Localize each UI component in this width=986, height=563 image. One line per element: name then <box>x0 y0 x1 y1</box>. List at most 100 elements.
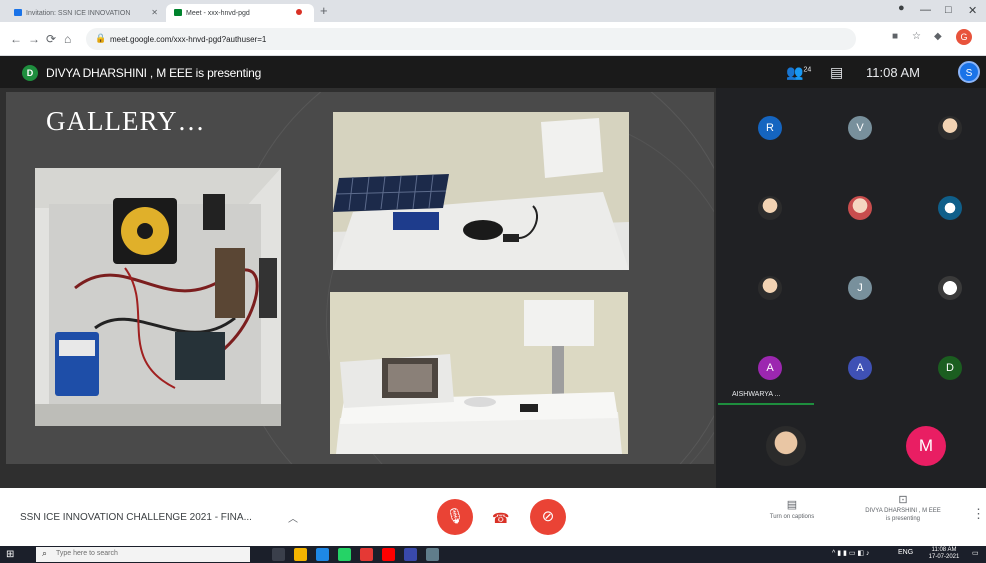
presenting-label-line2: is presenting <box>885 516 921 522</box>
close-tab-icon[interactable]: ✕ <box>151 8 158 17</box>
chevron-up-icon[interactable]: ︿ <box>288 510 298 525</box>
notifications-icon[interactable]: ▭ <box>972 549 979 557</box>
browser-tab-strip: Invitation: SSN ICE INNOVATION ✕ Meet - … <box>0 0 986 22</box>
tab-label: Meet - xxx-hnvd-pgd <box>186 10 250 17</box>
search-placeholder: Type here to search <box>56 550 118 557</box>
participant-photo-avatar <box>938 116 962 140</box>
microphone-toggle-button[interactable]: 🎙︎ <box>437 499 473 535</box>
chat-icon[interactable]: ▤ <box>830 64 843 81</box>
presenting-info-button[interactable]: ⊡ DIVYA DHARSHINI , M EEE is presenting <box>848 494 958 523</box>
participant-tile[interactable]: D <box>904 334 986 414</box>
participant-avatar: A <box>758 356 782 380</box>
presentation-area: GALLERY… <box>0 88 716 488</box>
participant-photo-avatar-large[interactable] <box>766 426 806 466</box>
participant-tile[interactable] <box>904 94 986 174</box>
taskbar-date: 17-07-2021 <box>928 554 960 560</box>
edge-taskbar-icon[interactable] <box>316 548 329 561</box>
participant-logo-avatar <box>938 196 962 220</box>
participant-tile[interactable] <box>724 174 814 254</box>
taskbar-clock[interactable]: 11:08 AM 17-07-2021 <box>924 547 964 561</box>
participant-avatar: A <box>848 356 872 380</box>
maximize-button[interactable]: □ <box>945 4 952 16</box>
extension-icon[interactable]: ◆ <box>934 31 942 42</box>
tab-meet[interactable]: Meet - xxx-hnvd-pgd <box>166 4 314 22</box>
file-explorer-taskbar-icon[interactable] <box>404 548 417 561</box>
prototype-model-photo <box>330 292 628 454</box>
camera-permission-icon[interactable]: ■ <box>892 31 898 42</box>
address-bar[interactable]: 🔒 meet.google.com/xxx-hnvd-pgd?authuser=… <box>86 28 856 50</box>
tab-label: Invitation: SSN ICE INNOVATION <box>26 10 131 17</box>
browser-toolbar: ← → ⟳ ⌂ 🔒 meet.google.com/xxx-hnvd-pgd?a… <box>0 22 986 56</box>
self-avatar[interactable]: S <box>958 61 980 83</box>
profile-avatar[interactable]: G <box>956 29 972 45</box>
lock-icon: 🔒 <box>95 33 107 43</box>
people-icon[interactable]: 👥24 <box>786 64 811 81</box>
chrome-taskbar-icon[interactable] <box>294 548 307 561</box>
screen: Invitation: SSN ICE INNOVATION ✕ Meet - … <box>0 0 986 563</box>
meet-header: D DIVYA DHARSHINI , M EEE is presenting … <box>0 56 986 88</box>
captions-icon: ▤ <box>786 499 798 511</box>
taskbar-search-input[interactable]: ⌕ Type here to search <box>36 547 250 562</box>
participant-avatar: V <box>848 116 872 140</box>
meeting-clock: 11:08 AM <box>866 65 920 80</box>
reload-button[interactable]: ⟳ <box>46 32 56 46</box>
captions-label: Turn on captions <box>769 514 815 520</box>
participant-photo-avatar <box>758 276 782 300</box>
participant-avatar: D <box>938 356 962 380</box>
participants-grid: R V J A A D M <box>716 88 986 488</box>
participant-tile[interactable] <box>904 254 986 334</box>
calendar-favicon-icon <box>14 9 22 16</box>
back-button[interactable]: ← <box>10 32 22 46</box>
participant-tile[interactable] <box>904 174 986 254</box>
participant-avatar-large[interactable]: M <box>906 426 946 466</box>
participant-tile[interactable]: J <box>814 254 904 334</box>
windows-start-icon[interactable]: ⊞ <box>6 549 14 560</box>
participant-tile-speaking[interactable]: A <box>724 334 814 414</box>
speaking-participant-name: AISHWARYA ... <box>732 391 781 398</box>
presenting-label-line1: DIVYA DHARSHINI , M EEE <box>865 508 941 514</box>
leave-call-button[interactable]: ☎ <box>492 510 509 527</box>
search-icon: ⌕ <box>42 548 48 558</box>
captions-button[interactable]: ▤ Turn on captions <box>760 498 824 520</box>
meet-control-bar: SSN ICE INNOVATION CHALLENGE 2021 - FINA… <box>0 488 986 546</box>
participant-tile[interactable]: R <box>724 94 814 174</box>
taskbar-time: 11:08 AM <box>931 547 957 553</box>
forward-button[interactable]: → <box>28 32 40 46</box>
close-window-button[interactable]: ✕ <box>968 4 977 17</box>
camera-toggle-button[interactable]: ⊘ <box>530 499 566 535</box>
language-indicator[interactable]: ENG <box>898 549 913 556</box>
recording-indicator-icon <box>296 9 302 15</box>
meet-favicon-icon <box>174 9 182 16</box>
camera-off-icon: ⊘ <box>541 508 555 525</box>
task-view-icon[interactable] <box>272 548 285 561</box>
speaking-indicator-bar <box>718 403 814 405</box>
mail-taskbar-icon[interactable] <box>360 548 373 561</box>
participant-tile[interactable] <box>724 254 814 334</box>
tray-icons[interactable]: ^ ▮ ▮ ▭ ◧ ♪ <box>832 549 869 557</box>
presenter-status-text: DIVYA DHARSHINI , M EEE is presenting <box>46 66 262 80</box>
presenter-avatar: D <box>22 65 38 81</box>
profile-dot-icon[interactable]: ● <box>898 2 905 14</box>
new-tab-button[interactable]: + <box>320 3 328 18</box>
mic-off-icon: 🎙︎ <box>445 508 465 525</box>
solar-panel-photo <box>333 112 629 270</box>
participant-photo-avatar <box>848 196 872 220</box>
minimize-button[interactable]: — <box>920 4 931 16</box>
tab-invitation[interactable]: Invitation: SSN ICE INNOVATION ✕ <box>6 4 164 22</box>
presentation-slide: GALLERY… <box>6 92 714 464</box>
participant-photo-avatar <box>758 196 782 220</box>
present-screen-icon: ⊡ <box>898 494 908 506</box>
whatsapp-taskbar-icon[interactable] <box>338 548 351 561</box>
participant-tile[interactable] <box>814 174 904 254</box>
participant-tile[interactable]: A <box>814 334 904 414</box>
more-options-icon[interactable]: ⋮ <box>972 506 985 522</box>
bookmark-star-icon[interactable]: ☆ <box>912 31 921 42</box>
youtube-taskbar-icon[interactable] <box>382 548 395 561</box>
participant-count: 24 <box>803 66 812 74</box>
settings-taskbar-icon[interactable] <box>426 548 439 561</box>
participant-avatar: R <box>758 116 782 140</box>
meeting-title[interactable]: SSN ICE INNOVATION CHALLENGE 2021 - FINA… <box>20 512 252 523</box>
participant-tile[interactable]: V <box>814 94 904 174</box>
windows-taskbar: ⊞ ⌕ Type here to search ^ ▮ ▮ ▭ ◧ ♪ ENG … <box>0 546 986 563</box>
home-button[interactable]: ⌂ <box>64 32 71 46</box>
